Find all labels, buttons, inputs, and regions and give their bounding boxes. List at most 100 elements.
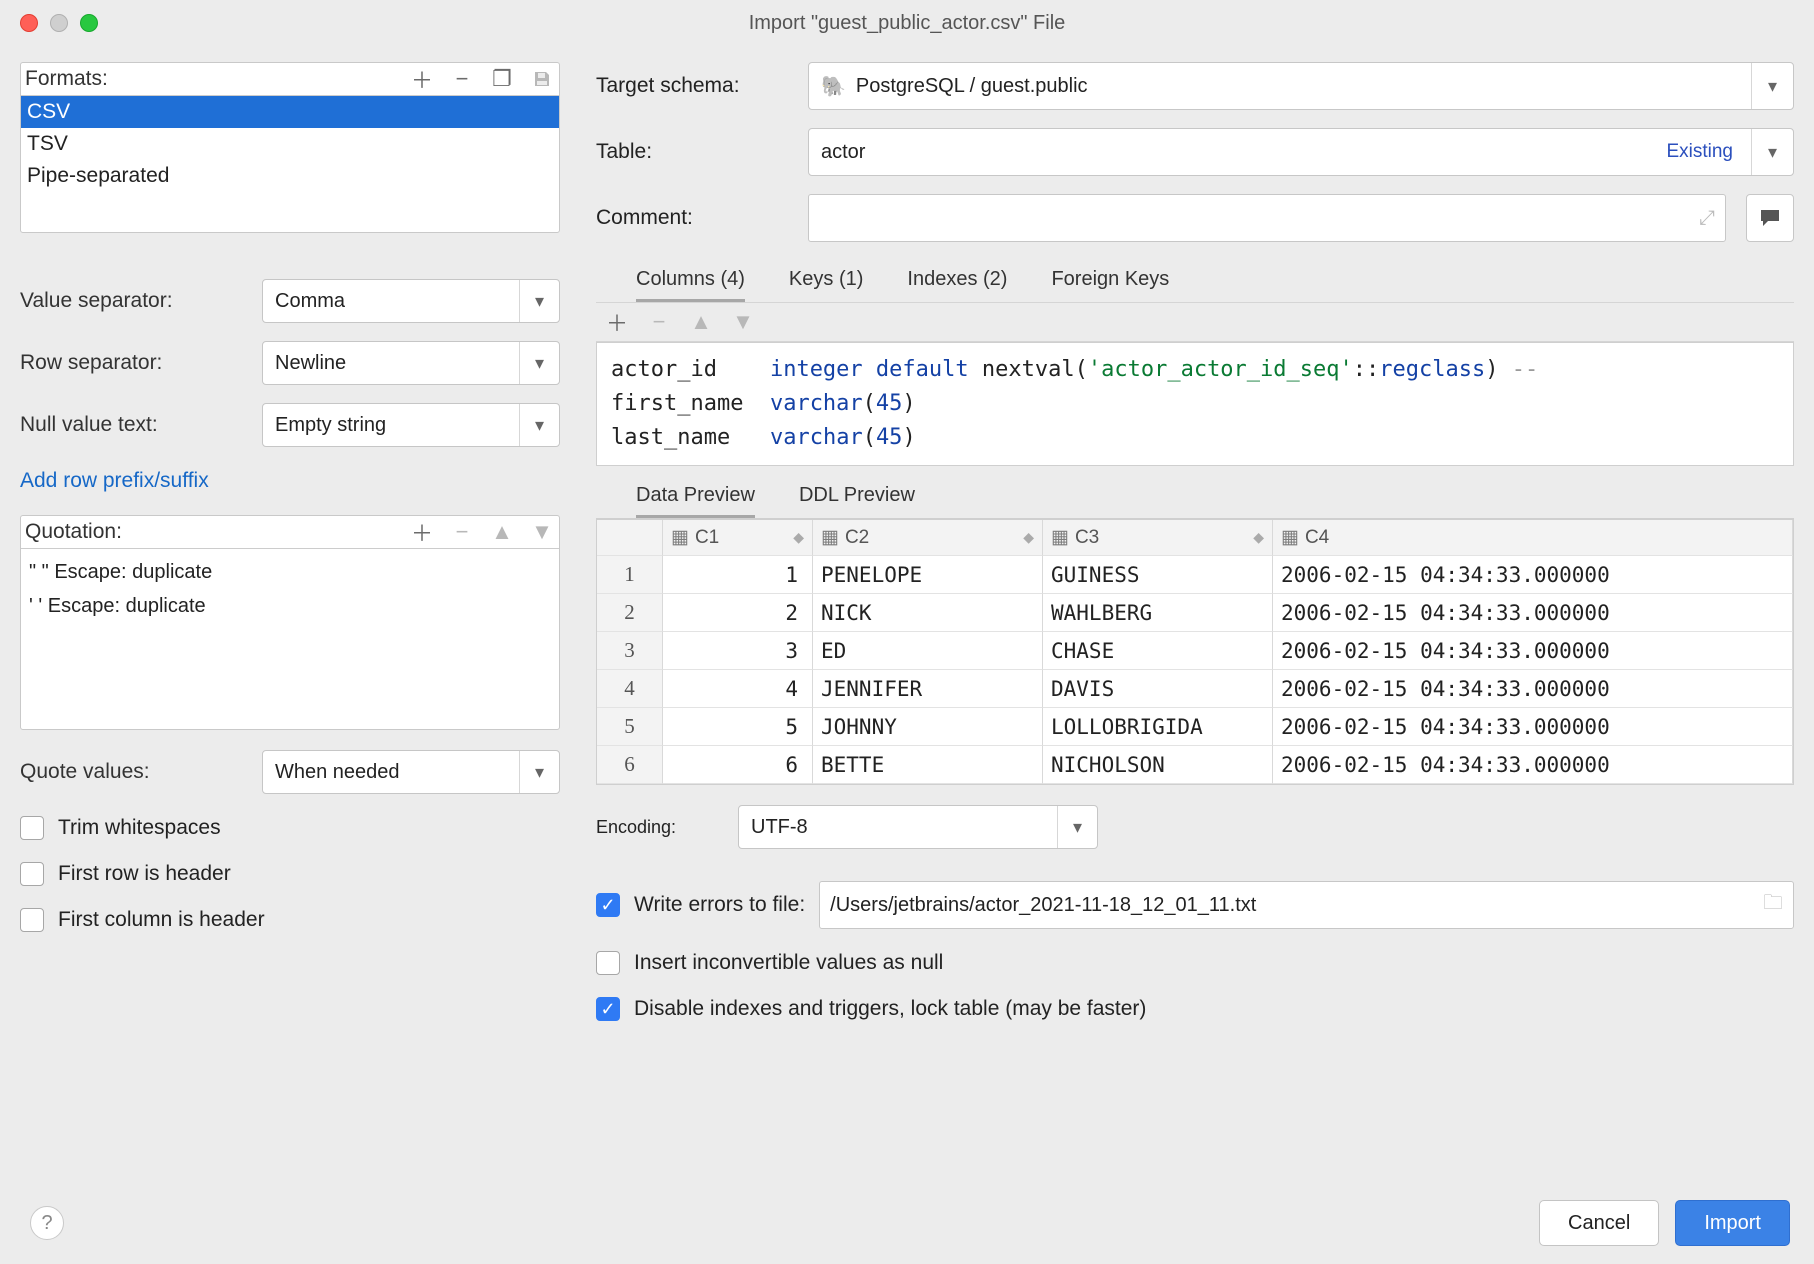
add-quotation-icon[interactable]: ＋ (411, 521, 433, 543)
quotation-line-1[interactable]: ' ' Escape: duplicate (29, 589, 551, 623)
value-separator-value: Comma (263, 290, 519, 313)
cell-c1[interactable]: 5 (663, 708, 813, 746)
cell-c1[interactable]: 3 (663, 632, 813, 670)
expand-icon[interactable]: ⤢ (1699, 207, 1715, 230)
table-label: Table: (596, 140, 796, 164)
columns-toolbar: ＋ − ▲ ▼ (596, 302, 1794, 342)
null-value-combo[interactable]: Empty string ▾ (262, 403, 560, 447)
quotation-list[interactable]: " " Escape: duplicate ' ' Escape: duplic… (21, 549, 559, 729)
col-header-c3[interactable]: ▦C3◆ (1043, 520, 1273, 556)
table-row[interactable]: 55JOHNNYLOLLOBRIGIDA2006-02-15 04:34:33.… (597, 708, 1793, 746)
cancel-button[interactable]: Cancel (1539, 1200, 1659, 1246)
cell-c3[interactable]: CHASE (1043, 632, 1273, 670)
tab-data-preview[interactable]: Data Preview (636, 484, 755, 518)
comment-extra-button[interactable] (1746, 194, 1794, 242)
cell-c4[interactable]: 2006-02-15 04:34:33.000000 (1273, 746, 1793, 784)
move-down-icon[interactable]: ▼ (531, 521, 553, 543)
row-number: 5 (597, 708, 663, 746)
cell-c4[interactable]: 2006-02-15 04:34:33.000000 (1273, 670, 1793, 708)
value-separator-combo[interactable]: Comma ▾ (262, 279, 560, 323)
columns-ddl[interactable]: actor_id integer default nextval('actor_… (596, 342, 1794, 466)
trim-whitespaces-checkbox[interactable] (20, 816, 44, 840)
tab-ddl-preview[interactable]: DDL Preview (799, 484, 915, 518)
help-button[interactable]: ? (30, 1206, 64, 1240)
cell-c3[interactable]: GUINESS (1043, 556, 1273, 594)
encoding-value: UTF-8 (739, 816, 1057, 839)
target-schema-value: PostgreSQL / guest.public (856, 75, 1088, 98)
add-format-icon[interactable]: ＋ (411, 68, 433, 90)
data-preview-grid[interactable]: ▦C1◆ ▦C2◆ ▦C3◆ ▦C4 11PENELOPEGUINESS2006… (596, 519, 1794, 785)
cell-c1[interactable]: 2 (663, 594, 813, 632)
table-row[interactable]: 22NICKWAHLBERG2006-02-15 04:34:33.000000 (597, 594, 1793, 632)
remove-column-icon[interactable]: − (648, 311, 670, 333)
comment-input[interactable]: ⤢ (808, 194, 1726, 242)
encoding-combo[interactable]: UTF-8 ▾ (738, 805, 1098, 849)
cell-c3[interactable]: DAVIS (1043, 670, 1273, 708)
table-row[interactable]: 33EDCHASE2006-02-15 04:34:33.000000 (597, 632, 1793, 670)
cell-c1[interactable]: 1 (663, 556, 813, 594)
row-separator-combo[interactable]: Newline ▾ (262, 341, 560, 385)
tab-keys[interactable]: Keys (1) (789, 268, 863, 302)
first-col-header-checkbox[interactable] (20, 908, 44, 932)
remove-format-icon[interactable]: − (451, 68, 473, 90)
cell-c3[interactable]: WAHLBERG (1043, 594, 1273, 632)
col-header-c1[interactable]: ▦C1◆ (663, 520, 813, 556)
first-row-header-checkbox[interactable] (20, 862, 44, 886)
cell-c3[interactable]: NICHOLSON (1043, 746, 1273, 784)
table-row[interactable]: 44JENNIFERDAVIS2006-02-15 04:34:33.00000… (597, 670, 1793, 708)
write-errors-checkbox[interactable]: ✓ (596, 893, 620, 917)
first-row-header-label: First row is header (58, 862, 231, 886)
add-row-prefix-suffix-link[interactable]: Add row prefix/suffix (20, 469, 560, 493)
quotation-line-0[interactable]: " " Escape: duplicate (29, 555, 551, 589)
cell-c2[interactable]: BETTE (813, 746, 1043, 784)
close-window-button[interactable] (20, 14, 38, 32)
minimize-window-button[interactable] (50, 14, 68, 32)
tab-foreign-keys[interactable]: Foreign Keys (1051, 268, 1169, 302)
cell-c1[interactable]: 4 (663, 670, 813, 708)
comment-label: Comment: (596, 206, 796, 230)
cell-c2[interactable]: ED (813, 632, 1043, 670)
import-button[interactable]: Import (1675, 1200, 1790, 1246)
col-header-c2[interactable]: ▦C2◆ (813, 520, 1043, 556)
target-schema-combo[interactable]: 🐘 PostgreSQL / guest.public ▾ (808, 62, 1794, 110)
cell-c3[interactable]: LOLLOBRIGIDA (1043, 708, 1273, 746)
quote-values-combo[interactable]: When needed ▾ (262, 750, 560, 794)
cell-c2[interactable]: JENNIFER (813, 670, 1043, 708)
format-item-pipe[interactable]: Pipe-separated (21, 160, 559, 192)
copy-format-icon[interactable]: ❐ (491, 68, 513, 90)
quote-values-value: When needed (263, 761, 519, 784)
cell-c2[interactable]: NICK (813, 594, 1043, 632)
remove-quotation-icon[interactable]: − (451, 521, 473, 543)
move-up-icon[interactable]: ▲ (491, 521, 513, 543)
tab-columns[interactable]: Columns (4) (636, 268, 745, 302)
write-errors-label: Write errors to file: (634, 893, 805, 917)
cell-c4[interactable]: 2006-02-15 04:34:33.000000 (1273, 556, 1793, 594)
cell-c4[interactable]: 2006-02-15 04:34:33.000000 (1273, 708, 1793, 746)
folder-icon[interactable]: 🗀 (1763, 888, 1783, 922)
formats-box: Formats: ＋ − ❐ CSV TSV Pipe-separated (20, 62, 560, 233)
col-header-c4[interactable]: ▦C4 (1273, 520, 1793, 556)
row-number: 2 (597, 594, 663, 632)
format-item-tsv[interactable]: TSV (21, 128, 559, 160)
cell-c2[interactable]: PENELOPE (813, 556, 1043, 594)
move-down-icon[interactable]: ▼ (732, 311, 754, 333)
format-item-csv[interactable]: CSV (21, 96, 559, 128)
disable-indexes-checkbox[interactable]: ✓ (596, 997, 620, 1021)
cell-c1[interactable]: 6 (663, 746, 813, 784)
insert-null-checkbox[interactable] (596, 951, 620, 975)
write-errors-path-input[interactable]: /Users/jetbrains/actor_2021-11-18_12_01_… (819, 881, 1794, 929)
tab-indexes[interactable]: Indexes (2) (907, 268, 1007, 302)
first-col-header-label: First column is header (58, 908, 265, 932)
cell-c2[interactable]: JOHNNY (813, 708, 1043, 746)
table-combo[interactable]: actor Existing ▾ (808, 128, 1794, 176)
formats-list[interactable]: CSV TSV Pipe-separated (21, 96, 559, 232)
add-column-icon[interactable]: ＋ (606, 311, 628, 333)
null-value-value: Empty string (263, 414, 519, 437)
move-up-icon[interactable]: ▲ (690, 311, 712, 333)
table-row[interactable]: 66BETTENICHOLSON2006-02-15 04:34:33.0000… (597, 746, 1793, 784)
cell-c4[interactable]: 2006-02-15 04:34:33.000000 (1273, 632, 1793, 670)
zoom-window-button[interactable] (80, 14, 98, 32)
cell-c4[interactable]: 2006-02-15 04:34:33.000000 (1273, 594, 1793, 632)
save-format-icon[interactable] (531, 68, 553, 90)
table-row[interactable]: 11PENELOPEGUINESS2006-02-15 04:34:33.000… (597, 556, 1793, 594)
